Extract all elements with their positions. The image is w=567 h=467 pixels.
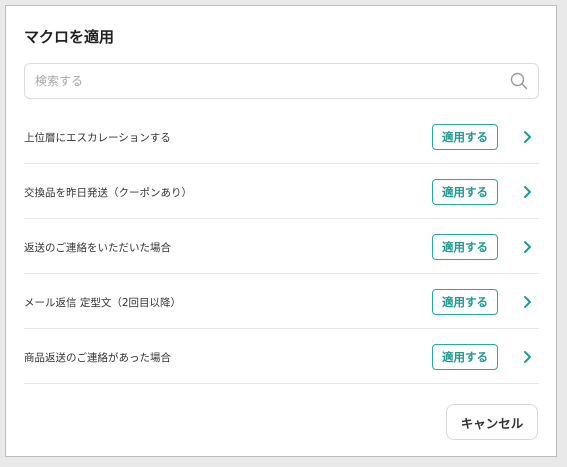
apply-button[interactable]: 適用する xyxy=(432,344,498,370)
chevron-right-icon[interactable] xyxy=(522,185,532,199)
macro-row: 返送のご連絡をいただいた場合 適用する xyxy=(24,219,539,274)
macro-row: メール返信 定型文（2回目以降） 適用する xyxy=(24,274,539,329)
apply-button[interactable]: 適用する xyxy=(432,234,498,260)
macro-label: 上位層にエスカレーションする xyxy=(24,132,171,144)
search-box[interactable] xyxy=(24,63,539,99)
macro-row: 商品返送のご連絡があった場合 適用する xyxy=(24,329,539,384)
macro-row: 上位層にエスカレーションする 適用する xyxy=(24,109,539,164)
search-input[interactable] xyxy=(35,64,495,98)
macro-list: 上位層にエスカレーションする 適用する 交換品を昨日発送（クーポンあり） 適用す… xyxy=(24,109,539,384)
chevron-right-icon[interactable] xyxy=(522,240,532,254)
macro-label: メール返信 定型文（2回目以降） xyxy=(24,297,182,309)
chevron-right-icon[interactable] xyxy=(522,295,532,309)
macro-label: 返送のご連絡をいただいた場合 xyxy=(24,242,171,254)
apply-button[interactable]: 適用する xyxy=(432,179,498,205)
chevron-right-icon[interactable] xyxy=(522,130,532,144)
search-icon[interactable] xyxy=(510,72,528,90)
cancel-button[interactable]: キャンセル xyxy=(446,404,538,440)
apply-button[interactable]: 適用する xyxy=(432,289,498,315)
chevron-right-icon[interactable] xyxy=(522,350,532,364)
dialog-title: マクロを適用 xyxy=(24,28,115,46)
apply-macro-dialog: マクロを適用 上位層にエスカレーションする 適用する 交換品を昨日発送（クーポン… xyxy=(5,5,557,457)
macro-label: 交換品を昨日発送（クーポンあり） xyxy=(24,187,192,199)
macro-label: 商品返送のご連絡があった場合 xyxy=(24,352,171,364)
macro-row: 交換品を昨日発送（クーポンあり） 適用する xyxy=(24,164,539,219)
apply-button[interactable]: 適用する xyxy=(432,124,498,150)
